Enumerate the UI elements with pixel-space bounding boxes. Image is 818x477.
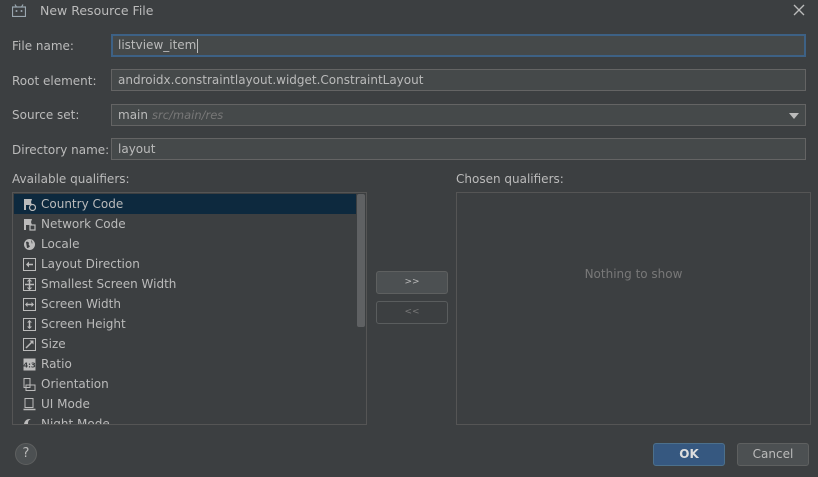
list-item-country-code[interactable]: Country Code bbox=[14, 194, 356, 214]
smallest-width-icon bbox=[23, 277, 36, 291]
globe-icon bbox=[23, 237, 36, 250]
list-item-screen-height[interactable]: Screen Height bbox=[14, 314, 356, 334]
file-name-value: listview_item bbox=[118, 38, 197, 52]
cancel-button[interactable]: Cancel bbox=[737, 443, 809, 466]
size-icon bbox=[23, 337, 36, 351]
available-qualifiers-label: Available qualifiers: bbox=[12, 172, 130, 186]
orientation-icon bbox=[23, 377, 36, 391]
remove-qualifier-button[interactable]: << bbox=[376, 301, 448, 324]
network-code-icon bbox=[23, 217, 36, 231]
ui-mode-icon bbox=[23, 397, 36, 411]
chevron-down-icon[interactable] bbox=[789, 113, 799, 119]
svg-text:4:3: 4:3 bbox=[23, 362, 36, 370]
directory-name-label: Directory name: bbox=[12, 143, 110, 157]
file-name-label: File name: bbox=[12, 39, 74, 53]
file-name-input[interactable]: listview_item bbox=[111, 34, 806, 57]
screen-width-icon bbox=[23, 297, 36, 311]
source-set-label: Source set: bbox=[12, 108, 80, 122]
list-item-smallest-screen-width[interactable]: Smallest Screen Width bbox=[14, 274, 356, 294]
empty-state-text: Nothing to show bbox=[584, 267, 683, 281]
android-studio-icon bbox=[11, 4, 27, 18]
directory-name-input[interactable]: layout bbox=[111, 138, 806, 160]
root-element-label: Root element: bbox=[12, 74, 97, 88]
dialog-title: New Resource File bbox=[40, 3, 154, 18]
chosen-qualifiers-list[interactable]: Nothing to show bbox=[456, 192, 811, 425]
add-qualifier-button[interactable]: >> bbox=[376, 271, 448, 294]
close-icon[interactable] bbox=[792, 3, 806, 17]
root-element-value: androidx.constraintlayout.widget.Constra… bbox=[118, 73, 424, 87]
night-mode-icon bbox=[23, 417, 36, 424]
list-item-orientation[interactable]: Orientation bbox=[14, 374, 356, 394]
ratio-icon: 4:3 bbox=[23, 357, 36, 371]
list-item-network-code[interactable]: Network Code bbox=[14, 214, 356, 234]
layout-direction-icon bbox=[23, 257, 36, 271]
help-button[interactable]: ? bbox=[15, 443, 37, 465]
country-code-icon bbox=[23, 197, 37, 212]
root-element-input[interactable]: androidx.constraintlayout.widget.Constra… bbox=[111, 69, 806, 91]
list-item-night-mode[interactable]: Night Mode bbox=[14, 414, 356, 424]
text-caret bbox=[197, 38, 199, 53]
list-item-ui-mode[interactable]: UI Mode bbox=[14, 394, 356, 414]
available-qualifiers-list[interactable]: Country Code Network Code Locale Layout … bbox=[12, 192, 367, 425]
list-item-ratio[interactable]: 4:3 Ratio bbox=[14, 354, 356, 374]
source-set-value: main bbox=[118, 108, 148, 122]
list-scrollbar[interactable] bbox=[357, 194, 365, 327]
list-item-locale[interactable]: Locale bbox=[14, 234, 356, 254]
list-item-screen-width[interactable]: Screen Width bbox=[14, 294, 356, 314]
ok-button[interactable]: OK bbox=[653, 443, 725, 466]
chosen-qualifiers-label: Chosen qualifiers: bbox=[456, 172, 564, 186]
list-item-layout-direction[interactable]: Layout Direction bbox=[14, 254, 356, 274]
source-set-dropdown[interactable]: main src/main/res bbox=[111, 104, 806, 126]
list-item-size[interactable]: Size bbox=[14, 334, 356, 354]
directory-name-value: layout bbox=[118, 142, 156, 156]
source-set-path: src/main/res bbox=[151, 108, 224, 122]
screen-height-icon bbox=[23, 317, 36, 331]
